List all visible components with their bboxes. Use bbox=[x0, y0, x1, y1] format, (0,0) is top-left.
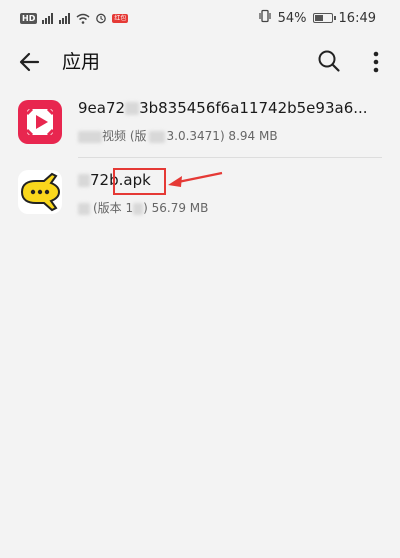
list-item[interactable]: 72b.apk (版本 1) 56.79 MB bbox=[0, 156, 400, 228]
hd-indicator: HD bbox=[20, 12, 38, 24]
file-name-prefix: 9ea72 bbox=[78, 99, 126, 117]
battery-icon bbox=[312, 13, 336, 23]
file-name: 9ea72 3b835456f6a11742b5e93a6... bbox=[78, 98, 368, 118]
wifi-icon bbox=[76, 9, 90, 28]
file-name-suffix: 3b835456f6a11742b5e93a6... bbox=[139, 99, 368, 117]
search-icon[interactable] bbox=[316, 48, 342, 74]
signal-icon bbox=[42, 12, 54, 24]
file-details: 视频 (版 3.0.3471) 8.94 MB bbox=[78, 128, 278, 144]
more-options-icon[interactable] bbox=[366, 48, 386, 76]
notification-badge: 红包 bbox=[112, 13, 129, 23]
redacted bbox=[125, 102, 140, 115]
battery-percent: 54% bbox=[277, 10, 307, 26]
status-bar: HD 红包 54% 16:49 bbox=[0, 0, 400, 36]
signal-icon-2 bbox=[59, 12, 71, 24]
app-name-version: 视频 (版 bbox=[102, 129, 147, 143]
app-bar: 应用 bbox=[0, 36, 400, 88]
battery-fill bbox=[314, 15, 323, 21]
file-details: (版本 1 ) 56.79 MB bbox=[78, 200, 208, 216]
vibrate-icon bbox=[258, 9, 272, 27]
video-app-icon bbox=[18, 100, 62, 144]
alarm-icon bbox=[95, 12, 107, 24]
highlight-box bbox=[113, 168, 166, 195]
version-size: ) 56.79 MB bbox=[143, 201, 209, 215]
status-left: HD 红包 bbox=[20, 9, 129, 28]
redacted bbox=[78, 130, 102, 143]
redacted bbox=[133, 202, 144, 215]
version-size: 3.0.3471) 8.94 MB bbox=[166, 129, 278, 143]
redacted bbox=[78, 202, 90, 215]
plane-app-icon bbox=[18, 170, 62, 214]
back-arrow-icon[interactable] bbox=[16, 48, 44, 76]
version-label: (版本 1 bbox=[93, 201, 134, 215]
status-right: 54% 16:49 bbox=[258, 9, 376, 27]
file-list: 9ea72 3b835456f6a11742b5e93a6... 视频 (版 3.0… bbox=[0, 88, 400, 228]
annotation-arrow-icon bbox=[168, 171, 223, 187]
clock: 16:49 bbox=[338, 10, 376, 26]
redacted bbox=[78, 174, 90, 187]
list-item[interactable]: 9ea72 3b835456f6a11742b5e93a6... 视频 (版 3.0… bbox=[0, 88, 400, 156]
page-title: 应用 bbox=[62, 51, 101, 73]
redacted bbox=[148, 130, 165, 143]
